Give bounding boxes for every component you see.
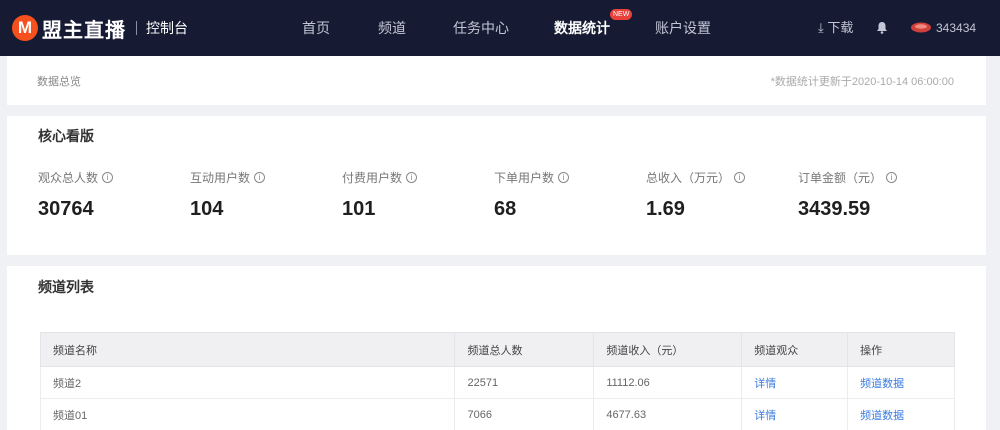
info-icon[interactable]: i: [102, 172, 114, 183]
channel-data-link[interactable]: 频道数据: [847, 398, 955, 430]
core-metrics-title: 核心看版: [38, 128, 94, 144]
info-icon[interactable]: i: [406, 172, 418, 183]
user-name[interactable]: 343434: [936, 0, 976, 56]
metric-value: 101: [342, 198, 376, 220]
metric-interactive-users: 互动用户数 i 104: [190, 169, 266, 221]
update-timestamp: *数据统计更新于2020-10-14 06:00:00: [770, 76, 954, 88]
nav-account-settings[interactable]: 账户设置: [655, 0, 711, 56]
viewers-detail-link[interactable]: 详情: [741, 366, 849, 399]
brand-logo[interactable]: M 盟主直播 控制台: [12, 14, 188, 42]
metric-label: 付费用户数: [342, 171, 403, 185]
column-header: 频道观众: [741, 332, 849, 367]
table-row: 频道01 7066 4677.63 详情 频道数据: [39, 398, 955, 430]
brand-mark-icon: M: [12, 15, 38, 41]
download-button[interactable]: ⤓ 下载: [818, 0, 853, 56]
info-icon[interactable]: i: [886, 172, 898, 183]
metric-label: 下单用户数: [494, 171, 555, 185]
metric-value: 1.69: [646, 198, 685, 220]
overview-bar: 数据总览 *数据统计更新于2020-10-14 06:00:00: [7, 56, 986, 105]
breadcrumb: 数据总览: [37, 76, 81, 88]
metric-label: 订单金额（元）: [798, 171, 883, 185]
channel-list-card: 频道列表 频道名称 频道总人数 频道收入（元） 频道观众 操作 频道2 2257…: [7, 266, 986, 430]
metric-value: 68: [494, 198, 517, 220]
info-icon[interactable]: i: [734, 172, 746, 183]
nav-statistics[interactable]: 数据统计 NEW: [554, 0, 633, 56]
new-badge: NEW: [610, 9, 633, 20]
metric-total-viewers: 观众总人数 i 30764: [38, 169, 114, 221]
nav-channels[interactable]: 频道: [378, 0, 406, 56]
metric-ordering-users: 下单用户数 i 68: [494, 169, 570, 221]
metric-value: 3439.59: [798, 198, 871, 220]
channel-revenue-cell: 11112.06: [593, 366, 743, 399]
channel-viewers-cell: 7066: [454, 398, 595, 430]
metric-total-revenue: 总收入（万元） i 1.69: [646, 169, 746, 221]
nav-home[interactable]: 首页: [302, 0, 330, 56]
brand-name: 盟主直播: [42, 19, 126, 42]
channel-name-cell: 频道2: [39, 366, 456, 399]
channel-list-title: 频道列表: [38, 279, 94, 295]
nav-task-center[interactable]: 任务中心: [453, 0, 509, 56]
metric-value: 30764: [38, 198, 94, 220]
metric-label: 互动用户数: [190, 171, 251, 185]
table-header-row: 频道名称 频道总人数 频道收入（元） 频道观众 操作: [39, 332, 955, 367]
metric-order-amount: 订单金额（元） i 3439.59: [798, 169, 898, 221]
column-header: 频道总人数: [454, 332, 595, 367]
column-header: 频道名称: [39, 332, 456, 367]
channel-name-cell: 频道01: [39, 398, 456, 430]
metric-paying-users: 付费用户数 i 101: [342, 169, 418, 221]
viewers-detail-link[interactable]: 详情: [741, 398, 849, 430]
metric-value: 104: [190, 198, 224, 220]
info-icon[interactable]: i: [254, 172, 266, 183]
download-label: 下载: [827, 20, 854, 35]
metric-label: 总收入（万元）: [646, 171, 731, 185]
column-header: 频道收入（元）: [593, 332, 743, 367]
info-icon[interactable]: i: [558, 172, 570, 183]
nav-statistics-label: 数据统计: [554, 20, 610, 36]
table-row: 频道2 22571 11112.06 详情 频道数据: [39, 366, 955, 399]
core-metrics-card: 核心看版 观众总人数 i 30764 互动用户数 i 104 付费用户数 i 1…: [7, 116, 986, 255]
top-nav-bar: M 盟主直播 控制台 首页 频道 任务中心 数据统计 NEW 账户设置 ⤓ 下载…: [0, 0, 1000, 56]
bell-icon[interactable]: [876, 21, 888, 34]
download-icon: ⤓: [818, 20, 824, 35]
channel-viewers-cell: 22571: [454, 366, 595, 399]
channel-data-link[interactable]: 频道数据: [847, 366, 955, 399]
console-label: 控制台: [146, 20, 188, 36]
logo-divider: [136, 21, 137, 35]
channel-table: 频道名称 频道总人数 频道收入（元） 频道观众 操作 频道2 22571 111…: [39, 332, 955, 430]
avatar[interactable]: [910, 21, 932, 34]
channel-revenue-cell: 4677.63: [593, 398, 743, 430]
metric-label: 观众总人数: [38, 171, 99, 185]
column-header: 操作: [847, 332, 955, 367]
